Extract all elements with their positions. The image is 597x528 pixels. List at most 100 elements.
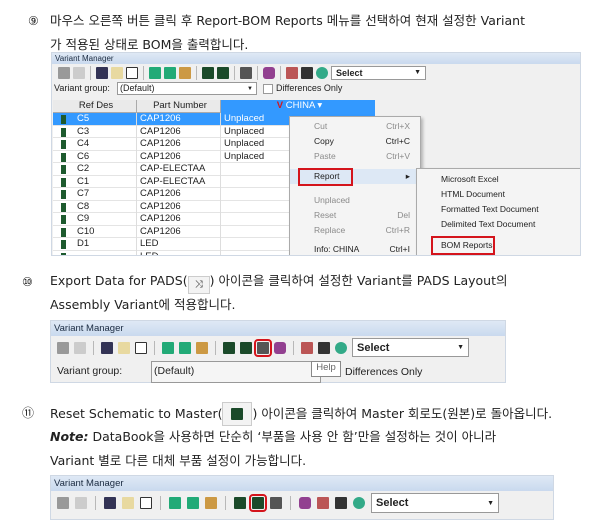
- ref-des: C8: [77, 200, 90, 212]
- ref-des-cell: C9: [53, 213, 137, 226]
- apply-schematic-icon[interactable]: [202, 66, 214, 79]
- ref-des: C2: [77, 163, 90, 174]
- note-label: Note:: [50, 429, 89, 444]
- add-part-icon[interactable]: [187, 497, 199, 509]
- add-icon[interactable]: [162, 341, 174, 354]
- menu-item-label: Reset: [314, 210, 337, 220]
- link-icon[interactable]: [74, 341, 86, 354]
- save-icon[interactable]: [58, 66, 70, 79]
- menu-item-shortcut: Ctrl+I: [389, 244, 410, 254]
- context-menu-item[interactable]: Replace Ctrl+R: [290, 223, 420, 238]
- bom-reports-highlight: [431, 236, 495, 255]
- apply-schematic-icon[interactable]: [234, 497, 246, 509]
- component-icon: [61, 140, 66, 149]
- variant-group-value: (Default): [120, 83, 155, 93]
- window-icon[interactable]: [135, 341, 147, 354]
- menu-item-shortcut: Ctrl+R: [385, 225, 410, 235]
- globe-icon[interactable]: [353, 497, 365, 509]
- help-book-icon[interactable]: [274, 341, 286, 354]
- help-book-icon[interactable]: [299, 497, 311, 509]
- select-value: Select: [336, 67, 363, 78]
- reset-schematic-icon[interactable]: [240, 341, 252, 354]
- swap-icon[interactable]: [179, 66, 191, 79]
- step-10-text-b: ) 아이콘을 클릭하여 설정한 Variant를 PADS Layout의: [209, 273, 508, 288]
- select-value: Select: [357, 341, 390, 354]
- variant-manager-window-1: Variant Manager Select ▼ Variant group: (…: [51, 52, 581, 256]
- toolbar: Select ▼: [51, 336, 505, 359]
- report-submenu: Microsoft Excel HTML Document Formatted Te…: [416, 168, 580, 255]
- variant-icon[interactable]: [101, 341, 113, 354]
- submenu-item[interactable]: Microsoft Excel: [417, 172, 580, 187]
- context-menu-item[interactable]: Info: CHINA Ctrl+I: [290, 242, 420, 255]
- tag-icon[interactable]: [301, 341, 313, 354]
- component-icon: [61, 152, 66, 162]
- help-book-icon[interactable]: [263, 66, 275, 79]
- menu-item-shortcut: ▸: [405, 171, 410, 181]
- tag-icon[interactable]: [317, 497, 329, 509]
- filter-icon[interactable]: [301, 66, 313, 79]
- reset-schematic-icon[interactable]: [217, 66, 229, 79]
- context-menu-item[interactable]: Reset Del: [290, 208, 420, 223]
- variant-group-label: Variant group:: [57, 365, 123, 377]
- filter-icon[interactable]: [318, 341, 330, 354]
- submenu-item[interactable]: HTML Document: [417, 187, 580, 202]
- toolbar: Select ▼: [52, 64, 580, 81]
- reset-schematic-icon[interactable]: [249, 494, 267, 512]
- variant-group-dropdown[interactable]: (Default): [151, 361, 321, 383]
- save-icon[interactable]: [57, 341, 69, 354]
- save-icon[interactable]: [57, 497, 69, 509]
- step-11-text-a: Reset Schematic to Master(: [50, 406, 223, 421]
- ref-des-cell: C7: [53, 188, 137, 201]
- context-menu-item[interactable]: Paste Ctrl+V: [290, 149, 420, 164]
- window-icon[interactable]: [140, 497, 152, 509]
- ref-des-cell: C3: [53, 125, 137, 138]
- variant-group-dropdown[interactable]: (Default) ▼: [117, 82, 257, 95]
- export-pads-icon[interactable]: [240, 66, 252, 79]
- new-icon[interactable]: [122, 497, 134, 509]
- tag-icon[interactable]: [286, 66, 298, 79]
- header-china[interactable]: V CHINA ▾: [221, 100, 375, 113]
- component-icon: [61, 165, 66, 174]
- add-icon[interactable]: [149, 66, 161, 79]
- variant-icon[interactable]: [96, 66, 108, 79]
- add-part-icon[interactable]: [164, 66, 176, 79]
- swap-icon[interactable]: [196, 341, 208, 354]
- context-menu-item[interactable]: Copy Ctrl+C: [290, 134, 420, 149]
- new-icon[interactable]: [118, 341, 130, 354]
- select-dropdown[interactable]: Select ▼: [371, 493, 499, 513]
- variant-icon[interactable]: [104, 497, 116, 509]
- export-pads-icon[interactable]: [254, 338, 272, 357]
- select-dropdown[interactable]: Select ▼: [352, 338, 469, 357]
- export-pads-icon[interactable]: [270, 497, 282, 509]
- header-ref-des[interactable]: Ref Des: [53, 100, 137, 113]
- add-icon[interactable]: [169, 497, 181, 509]
- menu-item-label: Unplaced: [314, 195, 350, 205]
- context-menu-item[interactable]: Unplaced: [290, 193, 420, 208]
- globe-icon[interactable]: [316, 66, 328, 79]
- link-icon[interactable]: [73, 66, 85, 79]
- component-icon: [61, 115, 66, 124]
- ref-des-cell: [53, 250, 137, 255]
- part-number-cell: CAP1206: [137, 150, 221, 163]
- filter-icon[interactable]: [335, 497, 347, 509]
- swap-icon[interactable]: [205, 497, 217, 509]
- differences-only-checkbox[interactable]: [263, 84, 273, 94]
- add-part-icon[interactable]: [179, 341, 191, 354]
- link-icon[interactable]: [75, 497, 87, 509]
- window-title: Variant Manager: [51, 476, 553, 491]
- differences-only-label: Differences Only: [276, 83, 343, 93]
- menu-item-label: Info: CHINA: [314, 244, 360, 254]
- submenu-item[interactable]: Formatted Text Document: [417, 202, 580, 217]
- select-value: Select: [376, 497, 409, 509]
- part-number-cell: LED: [137, 250, 221, 255]
- apply-schematic-icon[interactable]: [223, 341, 235, 354]
- step-10-line-2: Assembly Variant에 적용합니다.: [50, 297, 236, 312]
- context-menu-item[interactable]: Cut Ctrl+X: [290, 119, 420, 134]
- component-icon: [61, 252, 66, 255]
- submenu-item[interactable]: Delimited Text Document: [417, 217, 580, 232]
- select-dropdown[interactable]: Select ▼: [331, 65, 426, 80]
- new-icon[interactable]: [111, 66, 123, 79]
- globe-icon[interactable]: [335, 341, 347, 354]
- window-icon[interactable]: [126, 66, 138, 79]
- header-part-number[interactable]: Part Number: [137, 100, 221, 113]
